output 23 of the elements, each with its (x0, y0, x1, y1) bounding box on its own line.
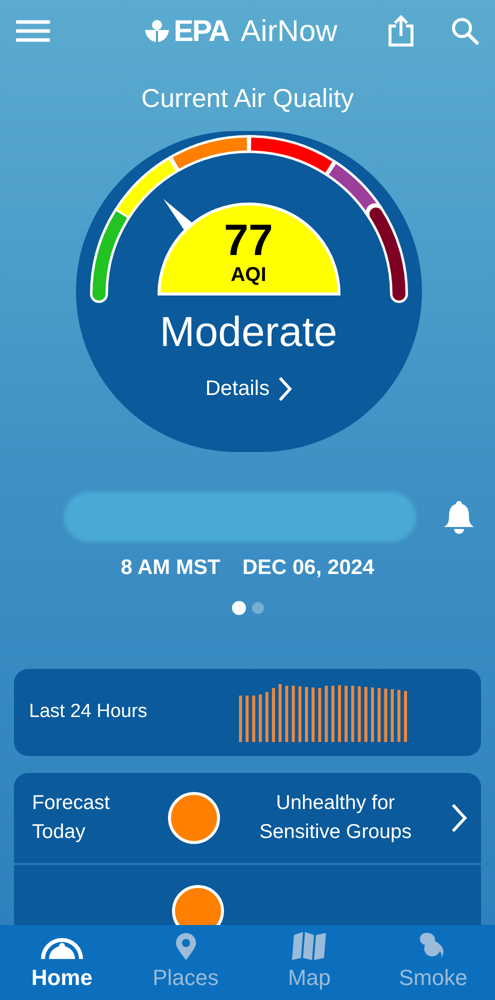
search-icon[interactable] (451, 17, 479, 46)
forecast-category: Unhealthy for Sensitive Groups (258, 791, 413, 845)
reading-date: DEC 06, 2024 (242, 554, 374, 581)
app-title: AirNow (240, 14, 338, 50)
aqi-unit: AQI (230, 265, 266, 286)
category-label: Moderate (160, 311, 338, 354)
details-link[interactable]: Details (205, 373, 292, 405)
aqi-value: 77 (224, 219, 273, 264)
page-title: Current Air Quality (140, 82, 355, 116)
nav-tab[interactable]: Home (0, 925, 124, 1000)
logo-text: EPA (174, 14, 229, 50)
flower-logo-icon (144, 19, 170, 44)
card-label: Last 24 Hours (29, 700, 148, 724)
share-icon[interactable] (387, 15, 415, 48)
history-card[interactable]: Last 24 Hours (14, 669, 481, 756)
gauge-icon (38, 935, 85, 961)
map-pin-icon (174, 933, 198, 961)
map-icon (291, 931, 328, 961)
forecast-label: Forecast Today (32, 791, 111, 845)
chevron-right-icon (278, 376, 292, 402)
chevron-right-icon (451, 803, 467, 833)
menu-icon[interactable] (16, 19, 50, 44)
reading-time: 8 AM MST (120, 554, 220, 581)
